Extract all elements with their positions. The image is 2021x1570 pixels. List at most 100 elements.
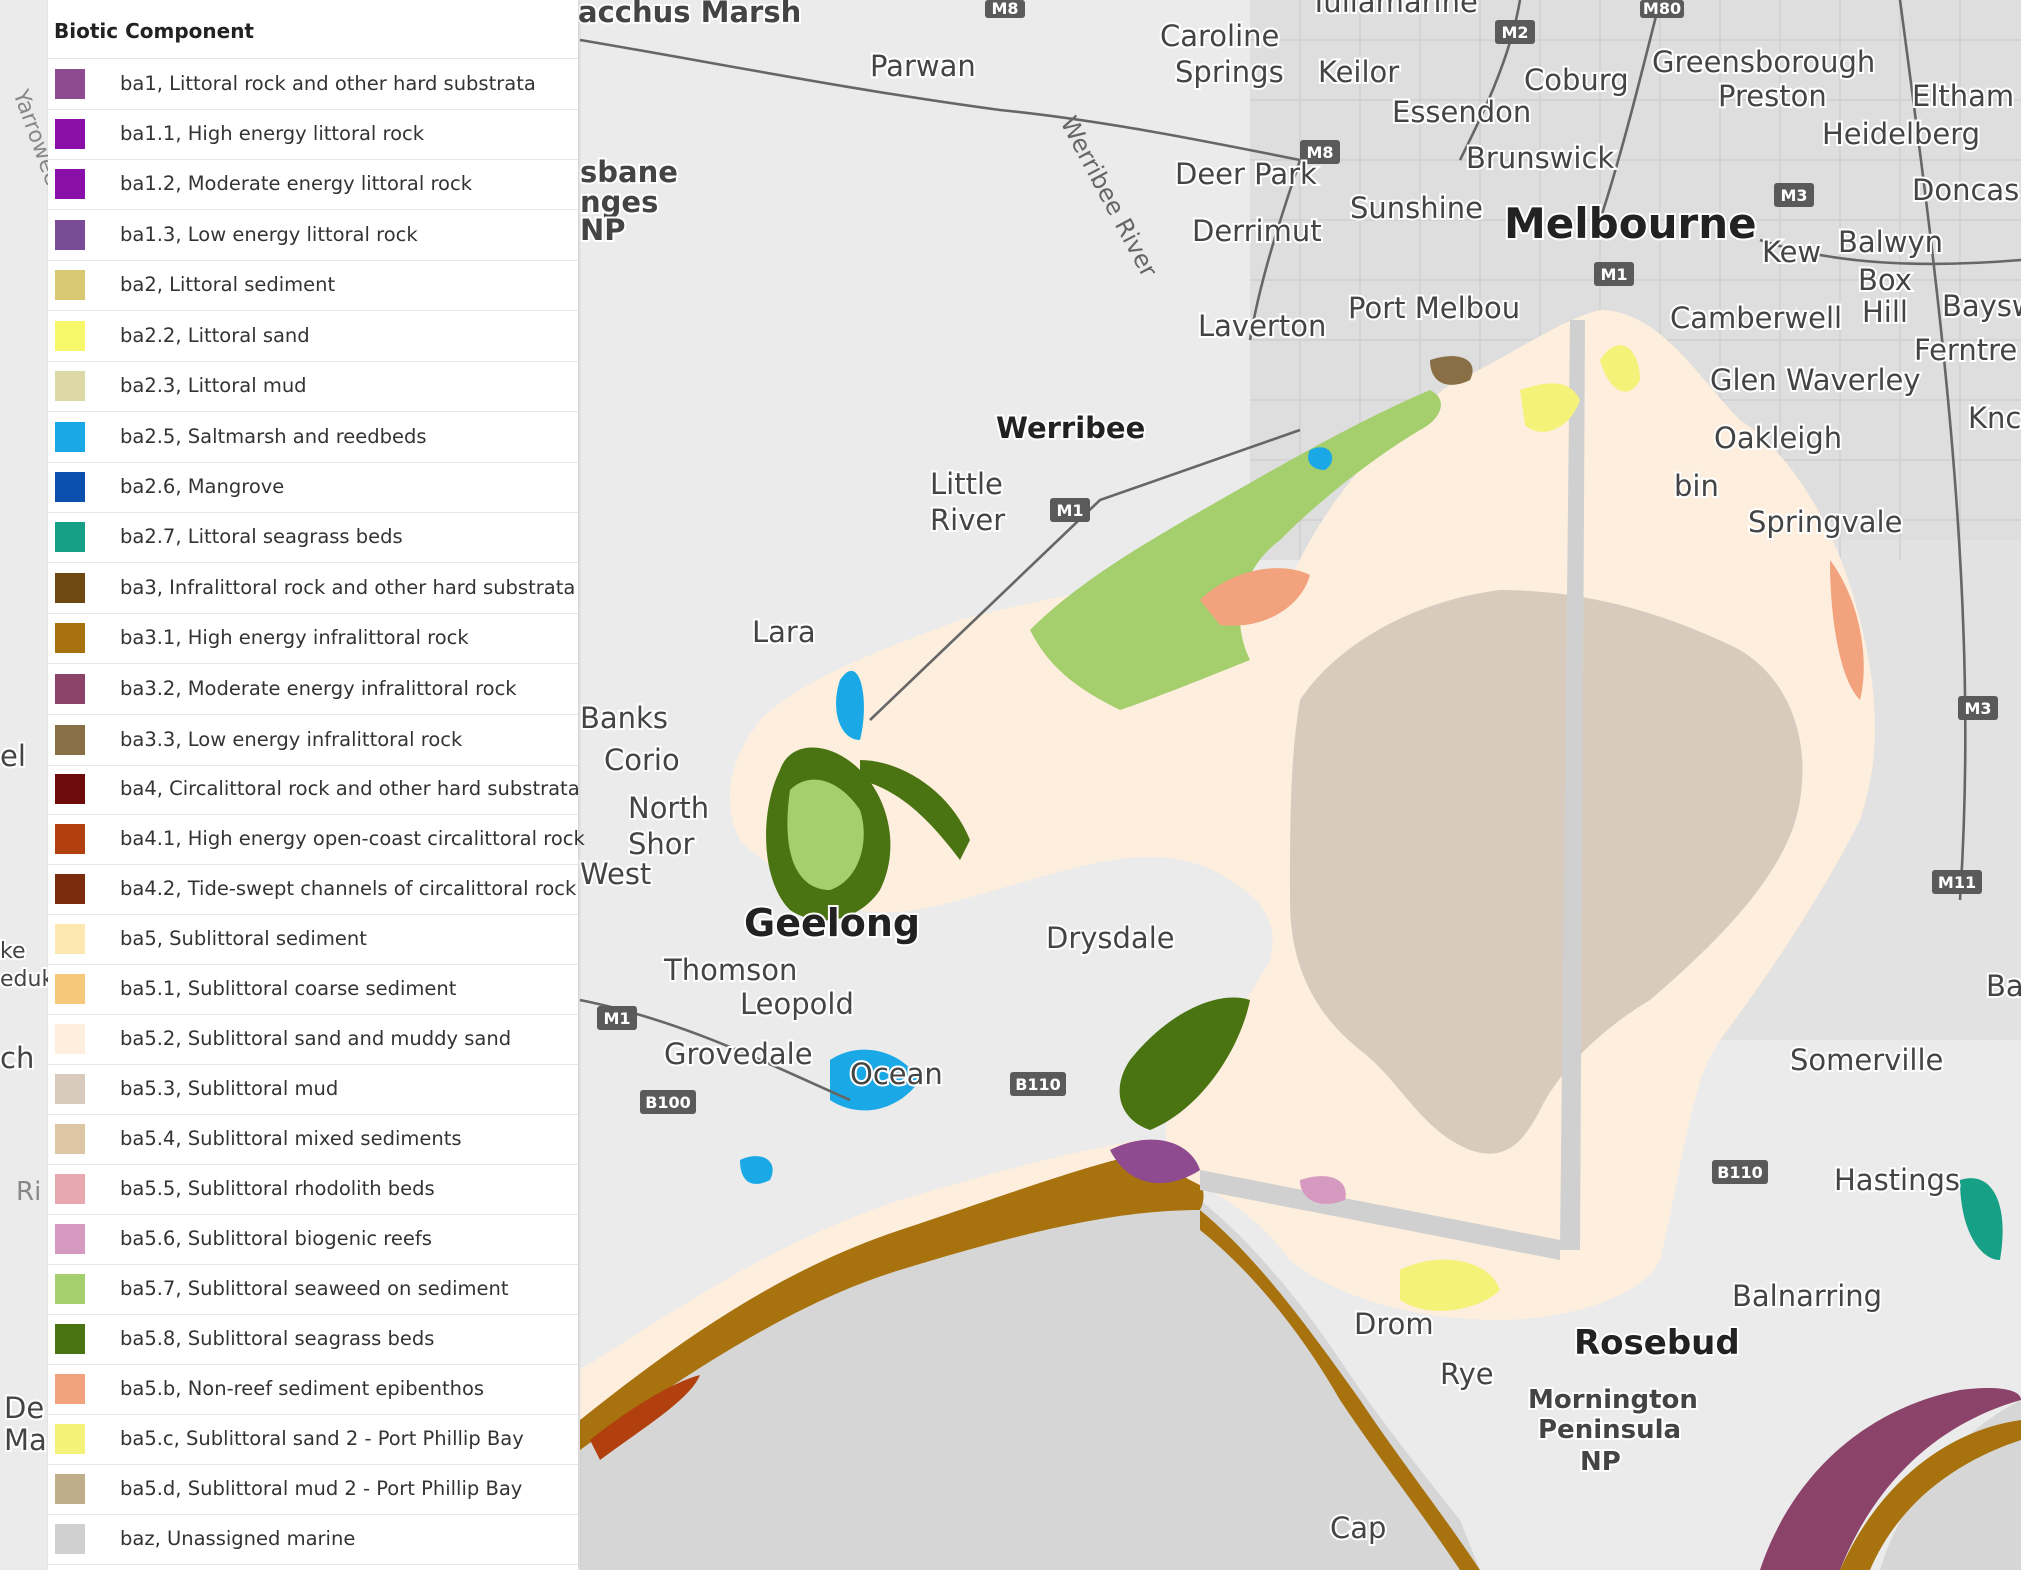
svg-text:Mornington: Mornington	[1528, 1385, 1698, 1415]
svg-text:North: North	[628, 791, 709, 825]
legend-item: ba5, Sublittoral sediment	[48, 914, 578, 965]
legend-item: ba5.1, Sublittoral coarse sediment	[48, 964, 578, 1015]
legend-item-label: ba3, Infralittoral rock and other hard s…	[120, 576, 576, 599]
legend-item: ba5.4, Sublittoral mixed sediments	[48, 1114, 578, 1165]
legend-item-label: ba2, Littoral sediment	[120, 273, 336, 296]
svg-text:Knc: Knc	[1968, 401, 2021, 435]
svg-text:Cap: Cap	[1330, 1511, 1386, 1545]
svg-text:Drysdale: Drysdale	[1046, 921, 1175, 955]
svg-text:Banks: Banks	[580, 701, 668, 735]
svg-text:West: West	[580, 857, 651, 891]
svg-text:Eltham: Eltham	[1912, 79, 2014, 113]
legend-swatch	[55, 1024, 85, 1054]
legend-item-label: ba2.3, Littoral mud	[120, 374, 307, 397]
svg-text:M3: M3	[1964, 699, 1991, 718]
svg-text:Parwan: Parwan	[870, 49, 976, 83]
legend-item: ba5.8, Sublittoral seagrass beds	[48, 1314, 578, 1365]
legend-item: ba5.d, Sublittoral mud 2 - Port Phillip …	[48, 1464, 578, 1515]
svg-text:B110: B110	[1717, 1163, 1763, 1182]
svg-text:Geelong: Geelong	[744, 901, 920, 945]
svg-text:M1: M1	[1056, 501, 1083, 520]
legend-swatch	[55, 974, 85, 1004]
legend-item: ba4, Circalittoral rock and other hard s…	[48, 764, 580, 815]
legend-item-label: ba3.2, Moderate energy infralittoral roc…	[120, 677, 517, 700]
svg-text:Shor: Shor	[628, 827, 695, 861]
ri-label: Ri	[16, 1177, 41, 1207]
legend-swatch	[55, 874, 85, 904]
legend-item: ba2.7, Littoral seagrass beds	[48, 512, 578, 563]
legend-item: baz, Unassigned marine	[48, 1514, 578, 1565]
legend-item-label: ba2.2, Littoral sand	[120, 324, 310, 347]
svg-text:Glen Waverley: Glen Waverley	[1710, 363, 1921, 397]
svg-text:Derrimut: Derrimut	[1192, 214, 1322, 248]
legend-item: ba3, Infralittoral rock and other hard s…	[48, 563, 578, 614]
svg-text:el: el	[0, 739, 26, 773]
legend-swatch	[55, 1124, 85, 1154]
legend-swatch	[55, 924, 85, 954]
legend-item-label: ba2.7, Littoral seagrass beds	[120, 525, 403, 548]
legend-swatch	[55, 1524, 85, 1554]
svg-text:Ocean: Ocean	[850, 1057, 943, 1091]
legend-swatch	[55, 169, 85, 199]
svg-text:Ferntre: Ferntre	[1914, 333, 2017, 367]
svg-text:Hastings: Hastings	[1834, 1163, 1960, 1197]
svg-text:Coburg: Coburg	[1524, 63, 1629, 97]
legend-item: ba5.b, Non-reef sediment epibenthos	[48, 1364, 578, 1415]
legend-item: ba3.3, Low energy infralittoral rock	[48, 715, 578, 766]
legend-item-label: ba1.1, High energy littoral rock	[120, 122, 425, 145]
legend-swatch	[55, 1274, 85, 1304]
svg-text:Bax: Bax	[1986, 969, 2021, 1003]
legend-item: ba4.1, High energy open-coast circalitto…	[48, 814, 585, 865]
legend-item: ba2.5, Saltmarsh and reedbeds	[48, 412, 578, 463]
legend-item-label: ba4.1, High energy open-coast circalitto…	[120, 827, 585, 850]
svg-text:Kew: Kew	[1762, 235, 1821, 269]
legend-swatch	[55, 774, 85, 804]
svg-text:Corio: Corio	[604, 743, 680, 777]
legend-item: ba5.2, Sublittoral sand and muddy sand	[48, 1014, 578, 1065]
legend-item: ba5.6, Sublittoral biogenic reefs	[48, 1214, 578, 1265]
svg-text:De: De	[4, 1391, 44, 1425]
legend-item: ba5.5, Sublittoral rhodolith beds	[48, 1164, 578, 1215]
svg-text:M2: M2	[1501, 23, 1528, 42]
svg-text:Somerville: Somerville	[1790, 1043, 1943, 1077]
svg-text:Doncas: Doncas	[1912, 173, 2019, 207]
svg-text:Essendon: Essendon	[1392, 95, 1531, 129]
svg-text:Springs: Springs	[1175, 55, 1284, 89]
svg-text:eduk: eduk	[0, 967, 54, 992]
svg-text:Balwyn: Balwyn	[1838, 225, 1943, 259]
legend-item-label: ba5.d, Sublittoral mud 2 - Port Phillip …	[120, 1477, 523, 1500]
svg-text:M1: M1	[603, 1009, 630, 1028]
svg-text:M1: M1	[1600, 265, 1627, 284]
legend-swatch	[55, 321, 85, 351]
legend-item: ba4.2, Tide-swept channels of circalitto…	[48, 864, 578, 915]
legend-item-label: ba1, Littoral rock and other hard substr…	[120, 72, 536, 95]
legend-item-label: ba5.c, Sublittoral sand 2 - Port Phillip…	[120, 1427, 524, 1450]
legend-item-label: ba5, Sublittoral sediment	[120, 927, 367, 950]
legend-swatch	[55, 573, 85, 603]
legend-item: ba1.2, Moderate energy littoral rock	[48, 159, 578, 210]
legend-item-label: baz, Unassigned marine	[120, 1527, 356, 1550]
legend-item-label: ba5.2, Sublittoral sand and muddy sand	[120, 1027, 512, 1050]
svg-text:M8: M8	[991, 0, 1018, 18]
legend-item-label: ba5.8, Sublittoral seagrass beds	[120, 1327, 435, 1350]
svg-text:Thomson: Thomson	[663, 953, 797, 987]
svg-text:Little: Little	[930, 467, 1003, 501]
svg-text:Heidelberg: Heidelberg	[1822, 117, 1980, 151]
svg-text:Balnarring: Balnarring	[1732, 1279, 1882, 1313]
legend-item: ba1.3, Low energy littoral rock	[48, 210, 578, 261]
svg-text:Caroline: Caroline	[1160, 19, 1279, 53]
svg-text:M80: M80	[1643, 0, 1681, 18]
legend-swatch	[55, 1324, 85, 1354]
svg-text:Greensborough: Greensborough	[1652, 45, 1875, 79]
legend-swatch	[55, 522, 85, 552]
svg-text:Lara: Lara	[752, 615, 816, 649]
svg-text:Laverton: Laverton	[1198, 309, 1326, 343]
legend-item-label: ba4.2, Tide-swept channels of circalitto…	[120, 877, 577, 900]
legend-swatch	[55, 725, 85, 755]
legend-item-label: ba5.7, Sublittoral seaweed on sediment	[120, 1277, 509, 1300]
legend-swatch	[55, 824, 85, 854]
svg-text:Springvale: Springvale	[1748, 505, 1902, 539]
svg-text:River: River	[930, 503, 1005, 537]
svg-text:ke: ke	[0, 939, 26, 964]
legend-item: ba2.3, Littoral mud	[48, 361, 578, 412]
